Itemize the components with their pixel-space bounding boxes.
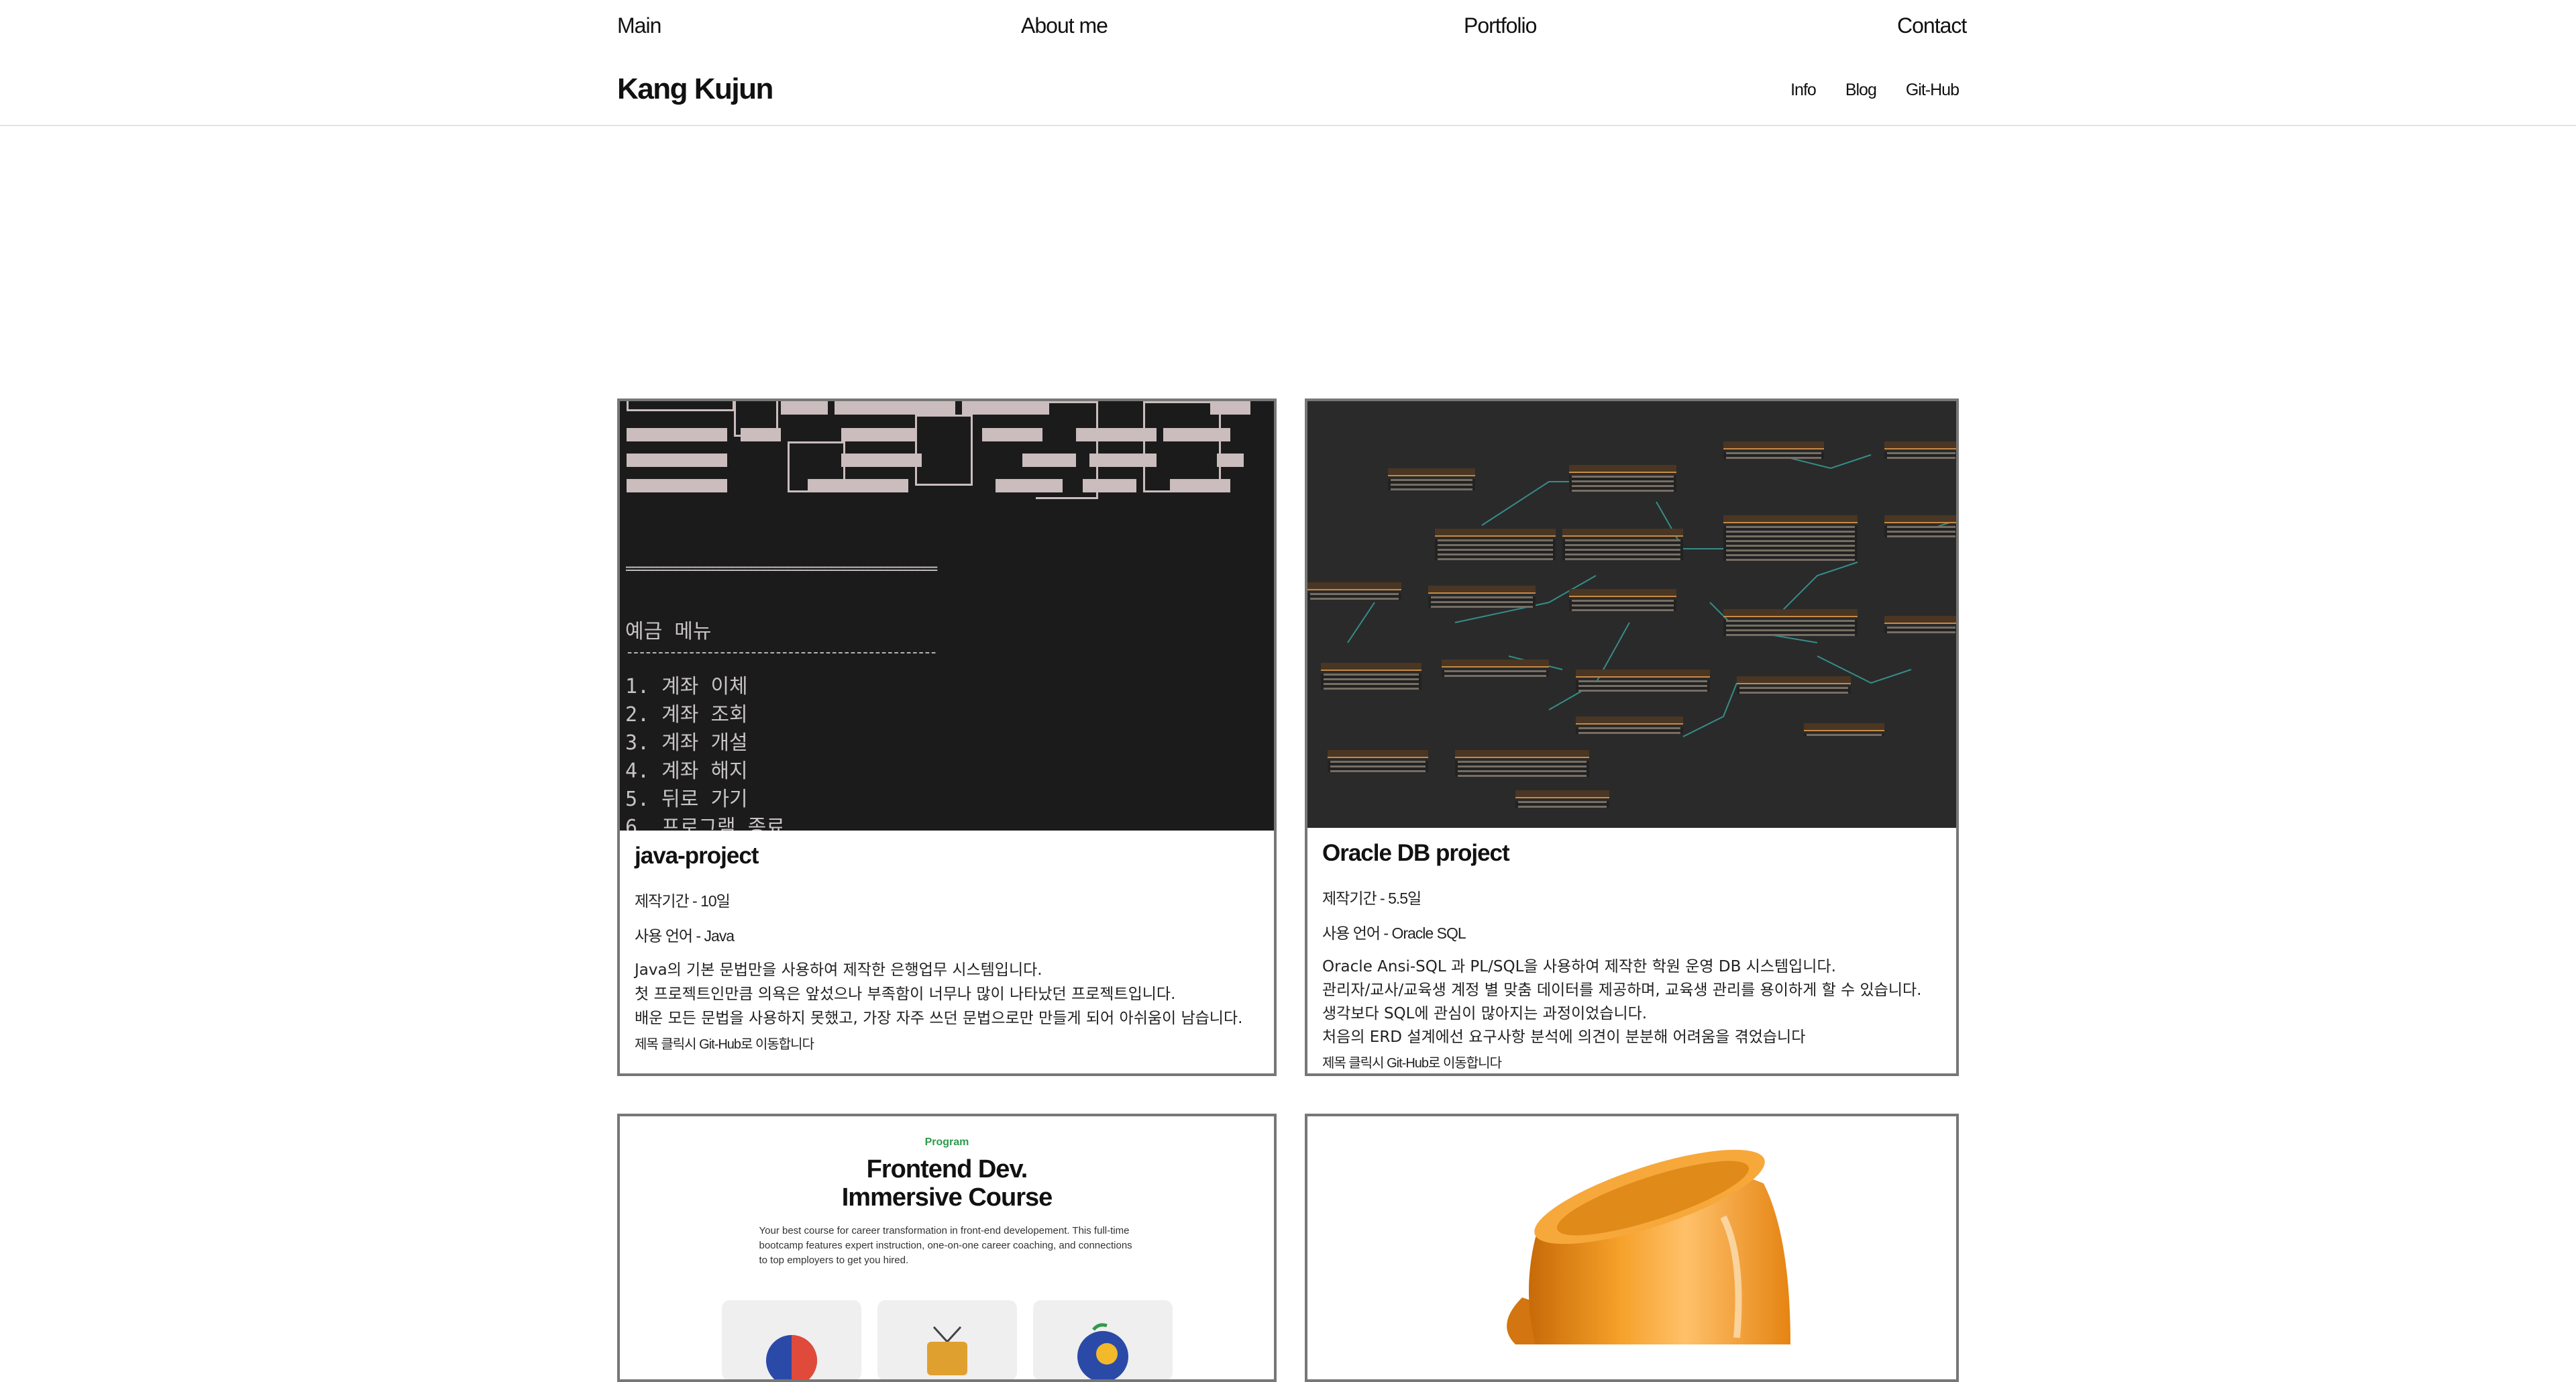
- card-language: 사용 언어 - Oracle SQL: [1322, 924, 1466, 942]
- site-header: Kang Kujun Info Blog Git-Hub: [0, 55, 2576, 126]
- nav-main[interactable]: Main: [617, 13, 661, 38]
- header-link-info[interactable]: Info: [1790, 81, 1817, 100]
- terminal-item: 6. 프로그램 종료: [625, 816, 785, 831]
- card-description-line: Oracle Ansi-SQL 과 PL/SQL을 사용하여 제작한 학원 운영…: [1322, 958, 1836, 975]
- java-terminal-screenshot: ========================================…: [620, 401, 1274, 831]
- card-description: Java의 기본 문법만을 사용하여 제작한 은행업무 시스템입니다. 첫 프로…: [635, 958, 1262, 1030]
- program-title-line1: Frontend Dev.: [866, 1155, 1028, 1183]
- brand-title[interactable]: Kang Kujun: [617, 72, 773, 106]
- project-card-oracle: Oracle DB project 제작기간 - 5.5일 사용 언어 - Or…: [1305, 398, 1959, 1076]
- card-title[interactable]: Oracle DB project: [1322, 840, 1944, 867]
- program-screenshot: Program Frontend Dev. Immersive Course Y…: [620, 1116, 1274, 1379]
- top-nav: Main About me Portfolio Contact: [0, 0, 2576, 55]
- project-card-program: Program Frontend Dev. Immersive Course Y…: [617, 1114, 1277, 1382]
- card-description-line: 관리자/교사/교육생 계정 별 맞춤 데이터를 제공하며, 교육생 관리를 용이…: [1322, 981, 1922, 999]
- card-period: 제작기간 - 10일: [635, 892, 731, 910]
- program-kicker: Program: [924, 1136, 969, 1148]
- erd-diagram-screenshot: [1307, 401, 1956, 828]
- terminal-item: 1. 계좌 이체: [625, 675, 748, 698]
- card-description-line: 생각보다 SQL에 관심이 많아지는 과정이었습니다.: [1322, 1005, 1648, 1022]
- mug-graphic: [1507, 1149, 1790, 1344]
- card-hint: 제목 클릭시 Git-Hub로 이동합니다: [1322, 1056, 1502, 1071]
- project-card-mug: [1305, 1114, 1959, 1382]
- header-link-blog[interactable]: Blog: [1845, 81, 1877, 100]
- header-links: Info Blog Git-Hub: [1790, 81, 1960, 100]
- card-hint: 제목 클릭시 Git-Hub로 이동합니다: [635, 1037, 814, 1052]
- nav-contact[interactable]: Contact: [1897, 13, 1967, 38]
- terminal-item: 5. 뒤로 가기: [625, 788, 748, 811]
- card-language: 사용 언어 - Java: [635, 927, 735, 945]
- program-tiles: [620, 1300, 1274, 1379]
- card-description-line: 배운 모든 문법을 사용하지 못했고, 가장 자주 쓰던 문법으로만 만들게 되…: [635, 1010, 1243, 1027]
- terminal-item: 4. 계좌 해지: [625, 759, 748, 783]
- card-period: 제작기간 - 5.5일: [1322, 890, 1421, 907]
- card-body: java-project 제작기간 - 10일 사용 언어 - Java Jav…: [635, 843, 1262, 1053]
- face-illustration-icon: [721, 1300, 861, 1379]
- program-text: Your best course for career transformati…: [759, 1225, 1132, 1266]
- card-description-line: Java의 기본 문법만을 사용하여 제작한 은행업무 시스템입니다.: [635, 961, 1042, 979]
- terminal-dash: ----------------------------------------…: [625, 644, 938, 661]
- orange-mug-image: [1307, 1116, 1956, 1379]
- project-card-java: ========================================…: [617, 398, 1277, 1076]
- card-body: Oracle DB project 제작기간 - 5.5일 사용 언어 - Or…: [1322, 840, 1944, 1071]
- terminal-window: ========================================…: [620, 401, 1274, 831]
- card-title[interactable]: java-project: [635, 843, 1262, 869]
- erd-diagram: [1307, 401, 1956, 828]
- card-description: Oracle Ansi-SQL 과 PL/SQL을 사용하여 제작한 학원 운영…: [1322, 955, 1944, 1049]
- card-description-line: 첫 프로젝트인만큼 의욕은 앞섰으나 부족함이 너무나 많이 나타났던 프로젝트…: [635, 986, 1176, 1003]
- terminal-item: 3. 계좌 개설: [625, 731, 748, 755]
- program-title-line2: Immersive Course: [841, 1183, 1053, 1212]
- tv-illustration-icon: [877, 1300, 1017, 1379]
- header-link-github[interactable]: Git-Hub: [1906, 81, 1960, 100]
- terminal-menu-title: 예금 메뉴: [625, 620, 712, 643]
- card-description-line: 처음의 ERD 설계에선 요구사항 분석에 의견이 분분해 어려움을 겪었습니다: [1322, 1028, 1806, 1046]
- nav-portfolio[interactable]: Portfolio: [1464, 13, 1537, 38]
- moon-illustration-icon: [1032, 1300, 1173, 1379]
- nav-about[interactable]: About me: [1021, 13, 1108, 38]
- terminal-item: 2. 계좌 조회: [625, 703, 748, 727]
- terminal-separator: ========================================…: [625, 561, 938, 578]
